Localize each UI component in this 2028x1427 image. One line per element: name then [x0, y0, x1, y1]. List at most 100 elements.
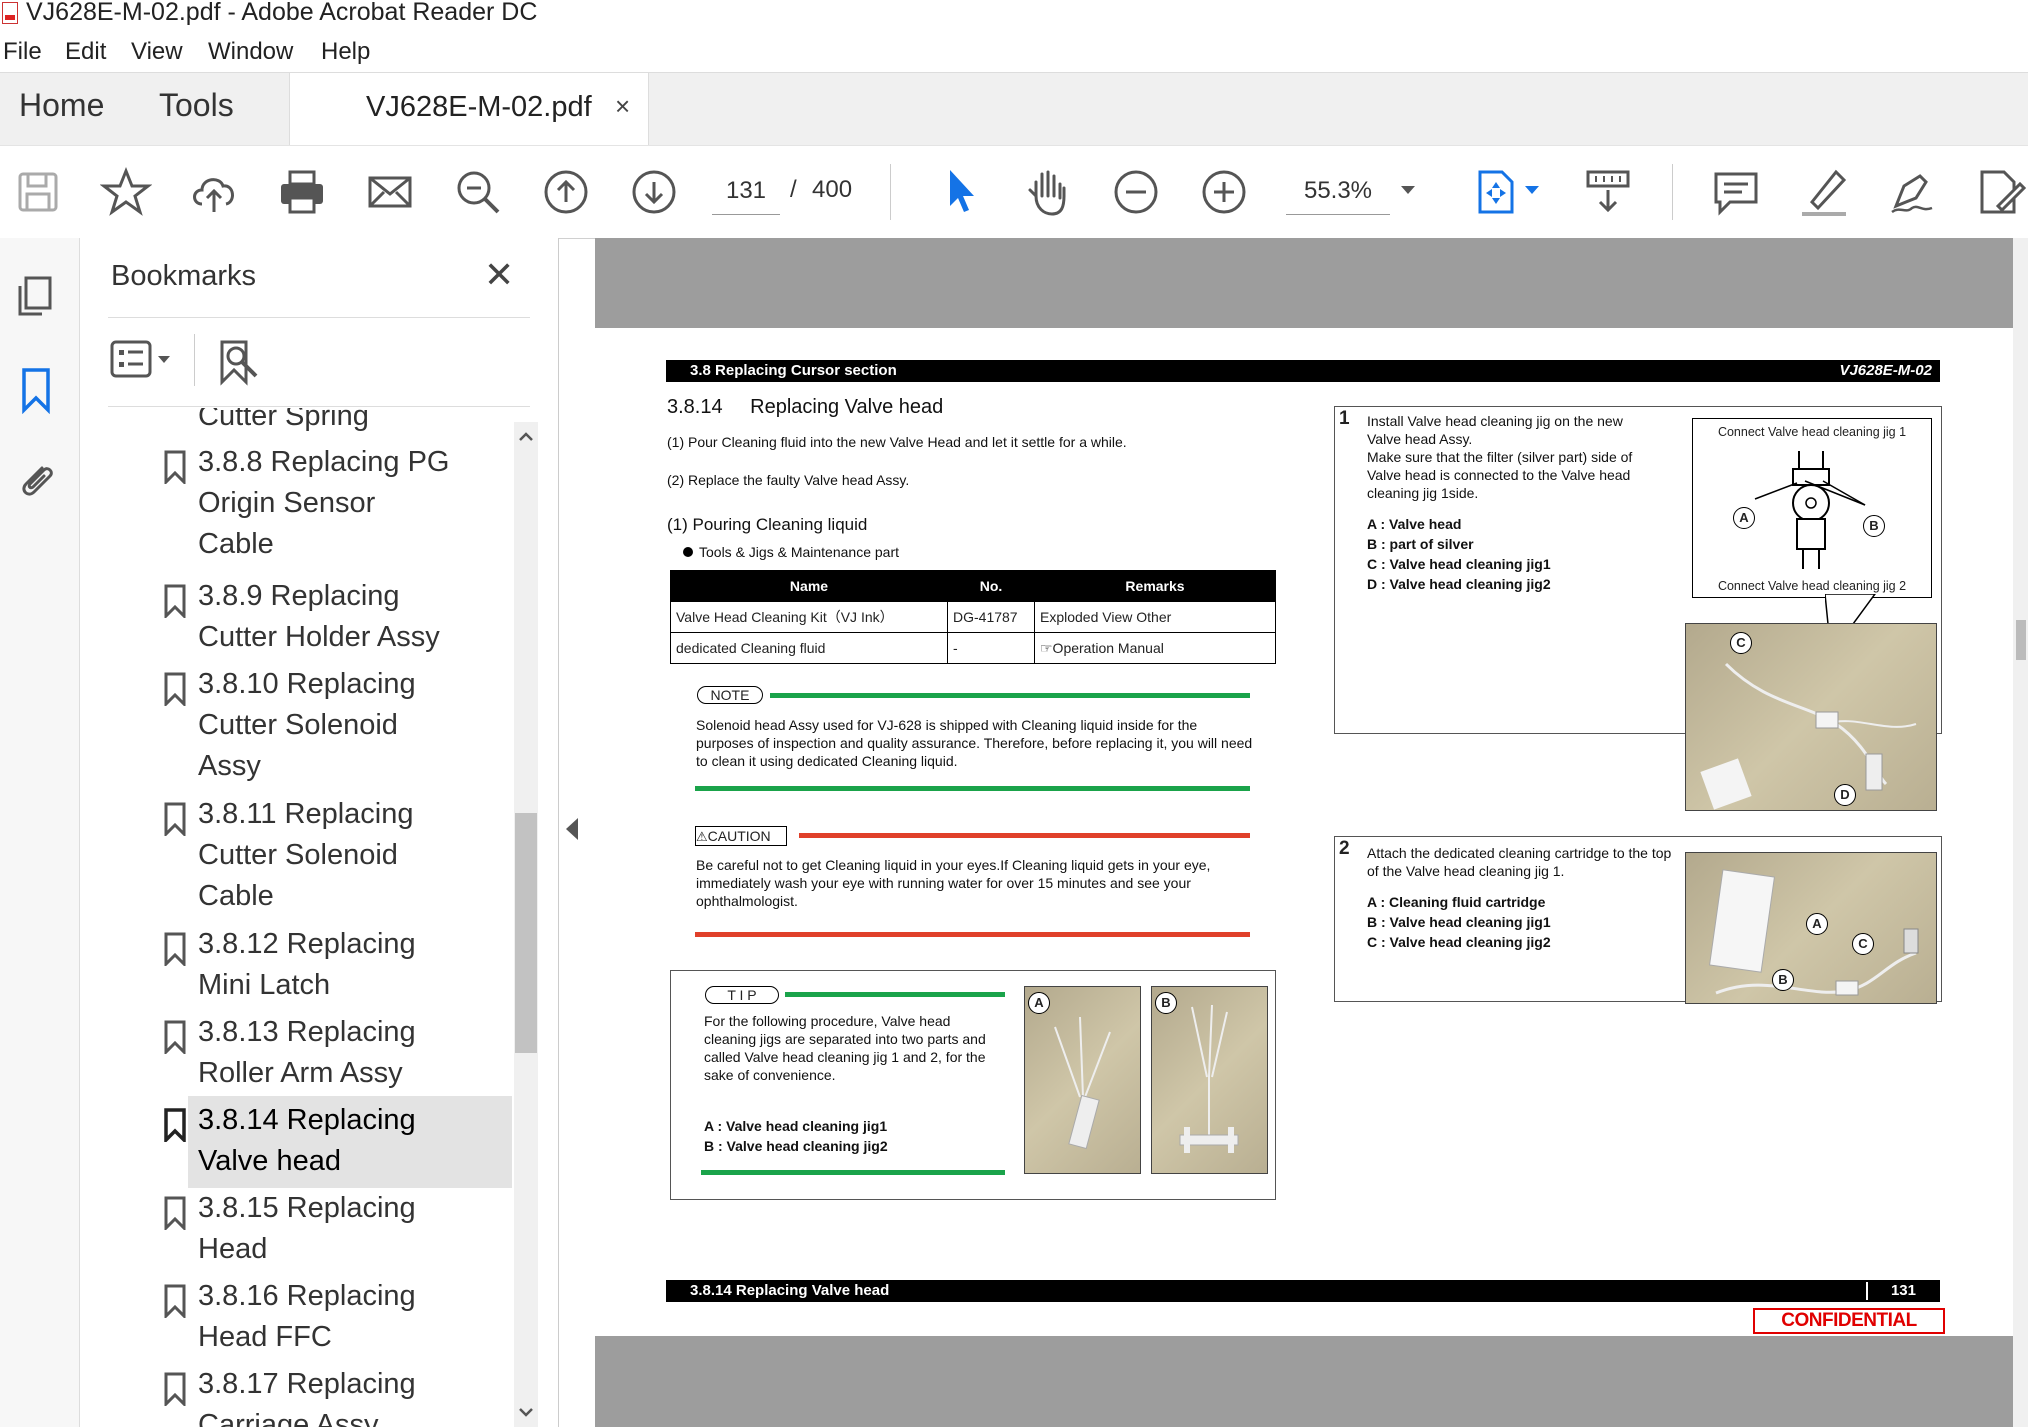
star-icon[interactable] [99, 166, 153, 218]
menu-view[interactable]: View [131, 38, 183, 66]
document-tab-label: VJ628E-M-02.pdf [366, 91, 592, 123]
caution-label: ⚠CAUTION [695, 826, 787, 846]
bookmark-icon [164, 1020, 186, 1056]
zoom-dropdown-icon[interactable] [1396, 170, 1420, 210]
cloud-upload-icon[interactable] [188, 166, 240, 218]
zoom-out-icon[interactable] [1110, 166, 1162, 218]
bookmark-icon [164, 932, 186, 968]
table-header: No. [947, 570, 1035, 602]
tab-home[interactable]: Home [19, 87, 104, 124]
panel-divider [108, 406, 530, 407]
email-icon[interactable] [364, 166, 416, 218]
note-label: NOTE [697, 686, 763, 704]
toolbar-divider [890, 164, 891, 220]
step-text: (2) Replace the faulty Valve head Assy. [667, 472, 910, 488]
photo-label: C [1730, 632, 1752, 654]
menu-file[interactable]: File [3, 38, 42, 66]
bookmark-icon [164, 1284, 186, 1320]
page-footer-number: 131 [1890, 1282, 1916, 1299]
save-icon[interactable] [12, 166, 64, 218]
sign-icon[interactable] [1886, 166, 1938, 218]
scroll-down-icon[interactable] [514, 1403, 538, 1423]
bookmarks-panel-icon[interactable] [12, 366, 60, 415]
note-text: Solenoid head Assy used for VJ-628 is sh… [696, 717, 1253, 769]
section-heading: 3.8.14 Replacing Valve head [667, 396, 943, 419]
photo-cartridge: A B C [1685, 852, 1937, 1004]
previous-page-icon[interactable] [540, 166, 592, 218]
caution-rule-bottom [695, 932, 1250, 937]
next-page-icon[interactable] [628, 166, 680, 218]
toolbar-divider [1672, 164, 1673, 220]
zoom-level-input[interactable] [1286, 168, 1390, 215]
step-box-number: 2 [1339, 838, 1350, 859]
fit-dropdown-icon[interactable] [1520, 170, 1544, 210]
step-box-item: A : Valve head [1367, 516, 1462, 532]
document-scrollbar[interactable] [2013, 238, 2028, 1427]
bookmarks-title: Bookmarks [111, 260, 257, 292]
table-cell: Exploded View Other [1034, 601, 1276, 633]
step-box-item: A : Cleaning fluid cartridge [1367, 894, 1546, 910]
table-header: Name [670, 570, 948, 602]
caution-label-text: CAUTION [707, 828, 771, 844]
document-scroll-thumb[interactable] [2016, 620, 2026, 660]
page-footer-left: 3.8.14 Replacing Valve head [690, 1282, 890, 1299]
table-cell: DG-41787 [947, 601, 1035, 633]
attachments-icon[interactable] [12, 456, 60, 504]
bookmark-label: Cutter Spring [198, 408, 369, 432]
tab-document[interactable]: VJ628E-M-02.pdf × [289, 73, 649, 146]
bookmark-icon [164, 1196, 186, 1232]
bookmark-icon [164, 584, 186, 620]
close-tab-icon[interactable]: × [615, 91, 630, 122]
bookmark-label: 3.8.10 Replacing Cutter Solenoid Assy [198, 668, 416, 782]
export-pdf-icon[interactable] [1974, 166, 2027, 218]
close-panel-icon[interactable]: ✕ [484, 254, 514, 296]
photo-jig-a: A [1024, 986, 1141, 1174]
zoom-in-icon[interactable] [1198, 166, 1250, 218]
navigation-rail [0, 238, 80, 1427]
comment-icon[interactable] [1710, 166, 1762, 218]
step-text: (1) Pour Cleaning fluid into the new Val… [667, 434, 1127, 450]
search-zoom-icon[interactable] [452, 166, 504, 218]
diagram-label-b: B [1863, 515, 1885, 537]
collapse-panel-icon[interactable] [566, 818, 578, 840]
tip-rule-bottom [701, 1170, 1005, 1175]
bookmarks-scroll-thumb[interactable] [515, 813, 537, 1053]
page-separator: / [790, 176, 797, 203]
section-number: 3.8.14 [667, 396, 723, 418]
print-icon[interactable] [276, 166, 328, 218]
bookmark-label: 3.8.11 Replacing Cutter Solenoid Cable [198, 798, 414, 912]
page-number-input[interactable] [712, 168, 780, 215]
bookmark-label: 3.8.15 Replacing Head [198, 1192, 416, 1265]
bookmark-options-icon[interactable] [110, 338, 178, 382]
table-row: Valve Head Cleaning Kit（VJ Ink） DG-41787… [670, 601, 1276, 633]
section-title: Replacing Valve head [750, 396, 944, 418]
sub-heading: (1) Pouring Cleaning liquid [667, 515, 868, 534]
hand-tool-icon[interactable] [1022, 166, 1074, 218]
diagram-label-a: A [1733, 507, 1755, 529]
tab-tools[interactable]: Tools [159, 87, 234, 124]
bookmarks-panel: Bookmarks ✕ Cutter Spring 3.8.8 Replacin… [80, 238, 559, 1427]
tools-table: Name No. Remarks Valve Head Cleaning Kit… [670, 570, 1276, 664]
menu-window[interactable]: Window [208, 38, 293, 66]
footer-divider [1866, 1282, 1868, 1300]
page-header-left: 3.8 Replacing Cursor section [690, 362, 897, 379]
fit-page-icon[interactable] [1470, 166, 1522, 218]
menu-help[interactable]: Help [321, 38, 370, 66]
select-cursor-icon[interactable] [934, 166, 986, 218]
table-cell: ☞Operation Manual [1034, 632, 1276, 664]
tip-item-b: B : Valve head cleaning jig2 [704, 1138, 888, 1154]
step-box-number: 1 [1339, 408, 1350, 429]
find-bookmark-icon[interactable] [216, 338, 264, 386]
scroll-mode-icon[interactable] [1582, 166, 1634, 218]
bookmark-label: 3.8.12 Replacing Mini Latch [198, 928, 416, 1001]
bookmark-label: 3.8.16 Replacing Head FFC [198, 1280, 416, 1353]
step-box-item: C : Valve head cleaning jig2 [1367, 934, 1551, 950]
photo-label: A [1806, 913, 1828, 935]
table-cell: - [947, 632, 1035, 664]
highlight-icon[interactable] [1798, 166, 1850, 218]
tip-label: T I P [705, 986, 779, 1004]
bookmark-icon [164, 802, 186, 838]
menu-edit[interactable]: Edit [65, 38, 106, 66]
scroll-up-icon[interactable] [514, 426, 538, 446]
page-thumbnails-icon[interactable] [12, 272, 60, 320]
